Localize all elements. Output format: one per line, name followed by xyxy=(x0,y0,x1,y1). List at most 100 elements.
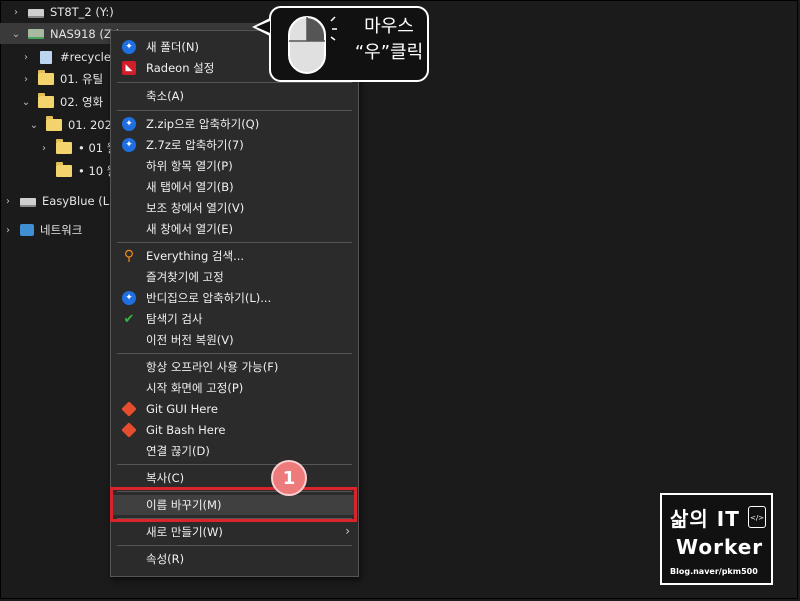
git-icon xyxy=(121,401,137,417)
menu-separator xyxy=(117,110,352,111)
tree-item-util[interactable]: › 01. 유틸 xyxy=(20,68,103,90)
menu-item-git-gui[interactable]: Git GUI Here xyxy=(113,399,356,419)
chevron-down-icon[interactable]: ⌄ xyxy=(20,97,32,108)
tree-item-oct[interactable]: • 10 월 xyxy=(38,160,117,182)
folder-icon xyxy=(46,116,62,131)
menu-item-label: 복사(C) xyxy=(146,471,185,485)
menu-item-label: 연결 끊기(D) xyxy=(146,444,210,458)
chevron-right-icon[interactable]: › xyxy=(10,7,22,18)
bandizip-icon: ✦ xyxy=(122,40,136,54)
menu-item-label: 속성(R) xyxy=(146,552,185,566)
menu-item-label: 하위 항목 열기(P) xyxy=(146,159,233,173)
menu-item-label: Git GUI Here xyxy=(146,402,218,416)
tree-item-label: EasyBlue (L:) xyxy=(42,194,118,208)
chevron-right-icon[interactable]: › xyxy=(38,143,50,154)
menu-item-git-bash[interactable]: Git Bash Here xyxy=(113,420,356,440)
folder-icon xyxy=(38,70,54,85)
menu-item-label: 축소(A) xyxy=(146,89,184,103)
menu-item-restore-previous[interactable]: 이전 버전 복원(V) xyxy=(113,330,356,350)
menu-item-open-subitems[interactable]: 하위 항목 열기(P) xyxy=(113,156,356,176)
menu-item-copy[interactable]: 복사(C) xyxy=(113,468,356,488)
menu-item-label: Radeon 설정 xyxy=(146,61,215,75)
drive-icon xyxy=(28,8,44,18)
menu-separator xyxy=(117,242,352,243)
blog-logo: 삶의 IT </> Worker Blog.naver/pkm500 xyxy=(660,493,773,585)
menu-item-label: 새로 만들기(W) xyxy=(146,525,223,539)
menu-item-label: 새 폴더(N) xyxy=(146,40,199,54)
menu-item-compress-7z[interactable]: ✦ Z.7z로 압축하기(7) xyxy=(113,135,356,155)
chevron-down-icon[interactable]: ⌄ xyxy=(28,120,40,131)
chevron-right-icon[interactable]: › xyxy=(20,52,32,63)
menu-item-open-secondary-window[interactable]: 보조 창에서 열기(V) xyxy=(113,198,356,218)
menu-item-explorer-scan[interactable]: ✔ 탐색기 검사 xyxy=(113,309,356,329)
menu-item-label: 이전 버전 복원(V) xyxy=(146,333,234,347)
menu-item-label: 보조 창에서 열기(V) xyxy=(146,201,245,215)
chevron-right-icon: › xyxy=(345,524,350,538)
callout-line: 마우스 xyxy=(364,16,414,37)
menu-item-open-new-tab[interactable]: 새 탭에서 열기(B) xyxy=(113,177,356,197)
logo-line: Worker xyxy=(676,535,764,559)
menu-item-new[interactable]: 새로 만들기(W) › xyxy=(113,522,356,542)
menu-item-label: 즐겨찾기에 고정 xyxy=(146,270,224,284)
chevron-right-icon[interactable]: › xyxy=(2,196,14,207)
menu-separator xyxy=(117,464,352,465)
tree-item-label: 02. 영화 xyxy=(60,95,104,109)
tree-item-st8t2[interactable]: › ST8T_2 (Y:) xyxy=(10,1,114,23)
menu-item-label: 새 탭에서 열기(B) xyxy=(146,180,234,194)
menu-item-everything-search[interactable]: ⚲ Everything 검색... xyxy=(113,246,356,266)
bandizip-icon: ✦ xyxy=(122,138,136,152)
chevron-right-icon[interactable]: › xyxy=(20,74,32,85)
shield-check-icon: ✔ xyxy=(123,311,135,327)
menu-separator xyxy=(117,545,352,546)
menu-item-pin-start[interactable]: 시작 화면에 고정(P) xyxy=(113,378,356,398)
chevron-right-icon[interactable]: › xyxy=(2,225,14,236)
menu-item-disconnect[interactable]: 연결 끊기(D) xyxy=(113,441,356,461)
tree-item-network[interactable]: › 네트워크 xyxy=(2,219,82,241)
logo-line: 삶의 IT xyxy=(670,507,740,531)
code-icon: </> xyxy=(748,506,766,528)
callout-tail-inner xyxy=(256,21,270,33)
bandizip-icon: ✦ xyxy=(122,117,136,131)
menu-item-label: Z.zip으로 압축하기(Q) xyxy=(146,117,260,131)
callout-text: 마우스 “우”클릭 xyxy=(350,14,428,66)
menu-item-label: 새 창에서 열기(E) xyxy=(146,222,234,236)
menu-item-label: Everything 검색... xyxy=(146,249,245,263)
tree-item-nas918[interactable]: ⌄ NAS918 (Z:) xyxy=(10,23,120,45)
tree-item-recycle[interactable]: › #recycle xyxy=(20,46,111,68)
drive-icon xyxy=(20,197,36,207)
menu-item-label: 항상 오프라인 사용 가능(F) xyxy=(146,360,279,374)
recycle-icon xyxy=(40,50,52,64)
tree-item-label: #recycle xyxy=(60,50,111,64)
tree-item-label: ST8T_2 (Y:) xyxy=(50,5,114,19)
menu-item-pin-favorites[interactable]: 즐겨찾기에 고정 xyxy=(113,267,356,287)
search-icon: ⚲ xyxy=(123,248,135,264)
menu-item-always-offline[interactable]: 항상 오프라인 사용 가능(F) xyxy=(113,357,356,377)
folder-icon xyxy=(38,93,54,108)
menu-item-collapse[interactable]: 축소(A) xyxy=(113,86,356,106)
chevron-down-icon[interactable]: ⌄ xyxy=(10,29,22,40)
network-icon xyxy=(20,224,34,236)
folder-icon xyxy=(56,162,72,177)
logo-url: Blog.naver/pkm500 xyxy=(670,567,758,576)
menu-item-label: Git Bash Here xyxy=(146,423,226,437)
folder-icon xyxy=(56,139,72,154)
menu-item-properties[interactable]: 속성(R) xyxy=(113,549,356,569)
rename-highlight-box xyxy=(110,487,357,522)
menu-item-label: Z.7z로 압축하기(7) xyxy=(146,138,244,152)
menu-item-open-new-window[interactable]: 새 창에서 열기(E) xyxy=(113,219,356,239)
tree-item-movie[interactable]: ⌄ 02. 영화 xyxy=(20,91,103,113)
tree-item-jan[interactable]: › • 01 월 xyxy=(38,137,117,159)
menu-item-label: 시작 화면에 고정(P) xyxy=(146,381,244,395)
network-drive-icon xyxy=(28,29,44,39)
callout-line: “우”클릭 xyxy=(354,42,424,63)
step-badge: 1 xyxy=(271,460,307,496)
git-icon xyxy=(121,422,137,438)
menu-item-label: 탐색기 검사 xyxy=(146,312,203,326)
menu-item-bandizip-compress[interactable]: ✦ 반디집으로 압축하기(L)... xyxy=(113,288,356,308)
mouse-icon xyxy=(288,16,337,74)
radeon-icon: ◣ xyxy=(122,61,136,75)
tree-item-2021[interactable]: ⌄ 01. 2021 xyxy=(28,114,119,136)
tree-item-easyblue[interactable]: › EasyBlue (L:) xyxy=(2,190,117,212)
menu-item-compress-zip[interactable]: ✦ Z.zip으로 압축하기(Q) xyxy=(113,114,356,134)
menu-separator xyxy=(117,82,352,83)
